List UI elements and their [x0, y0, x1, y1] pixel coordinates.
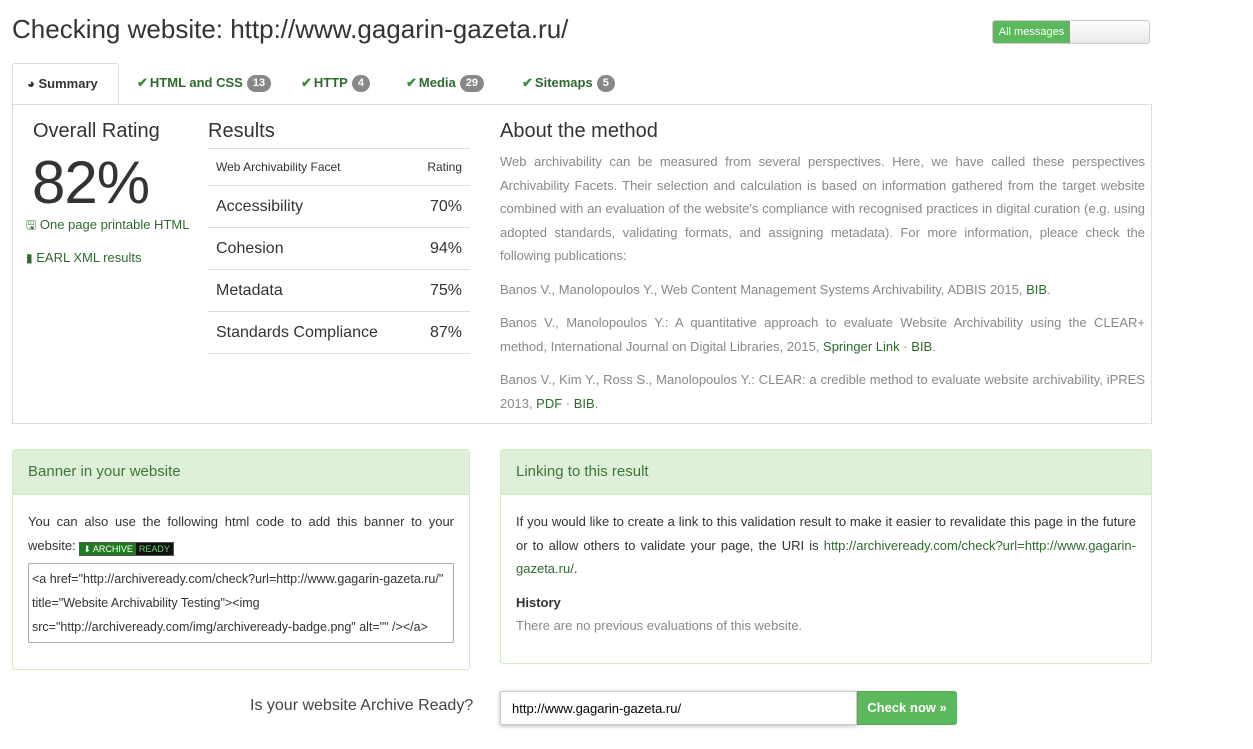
table-row: Cohesion 94%	[208, 227, 470, 270]
tab-media[interactable]: ✔ Media 29	[406, 63, 484, 104]
tab-label: HTML and CSS	[149, 75, 243, 90]
facet-rating: 75%	[411, 269, 470, 312]
bib-link[interactable]: BIB	[574, 396, 595, 411]
archive-ready-question: Is your website Archive Ready?	[250, 697, 474, 714]
overall-rating-title: Overall Rating	[33, 120, 160, 142]
count-badge: 29	[459, 75, 484, 92]
file-icon: ▮	[26, 251, 33, 265]
tab-label: Sitemaps	[534, 75, 593, 90]
badge-text: READY	[135, 542, 173, 555]
springer-link[interactable]: Springer Link	[823, 339, 900, 354]
tab-http[interactable]: ✔ HTTP 4	[301, 63, 370, 104]
table-header-row: Web Archivability Facet Rating	[208, 148, 470, 186]
tab-summary[interactable]: ◕ Summary	[12, 63, 119, 104]
punctuation: .	[594, 395, 599, 411]
count-badge: 13	[246, 75, 272, 92]
floppy-disk-icon: 🖫	[26, 218, 37, 232]
url-input[interactable]	[500, 691, 857, 725]
reference-1: Banos V., Manolopoulos Y., Web Content M…	[500, 278, 1145, 302]
banner-panel: Banner in your website You can also use …	[12, 449, 470, 670]
history-title: History	[516, 594, 561, 610]
link-label: One page printable HTML	[39, 217, 190, 232]
about-intro: Web archivability can be measured from s…	[500, 154, 1145, 263]
page-title: Checking website: http://www.gagarin-gaz…	[12, 14, 569, 44]
linking-panel: Linking to this result If you would like…	[500, 449, 1152, 664]
archive-ready-badge: ⬇ ARCHIVE READY	[79, 541, 174, 556]
button-label: Check now	[867, 700, 936, 715]
results-title: Results	[208, 120, 275, 142]
check-icon: ✔	[522, 75, 533, 90]
reference-2: Banos V., Manolopoulos Y.: A quantitativ…	[500, 311, 1145, 358]
dashboard-icon: ◕	[27, 76, 35, 91]
facet-name: Standards Compliance	[208, 311, 412, 354]
banner-panel-title: Banner in your website	[13, 450, 469, 495]
table-row: Standards Compliance 87%	[208, 311, 470, 354]
linking-panel-body: If you would like to create a link to th…	[501, 495, 1151, 653]
banner-code-textarea[interactable]: <a href="http://archiveready.com/check?u…	[28, 563, 454, 643]
check-icon: ✔	[406, 75, 417, 90]
pdf-link[interactable]: PDF	[536, 396, 562, 411]
table-row: Accessibility 70%	[208, 185, 470, 228]
bib-link[interactable]: BIB	[1026, 282, 1047, 297]
facet-name: Metadata	[208, 269, 412, 312]
reference-3: Banos V., Kim Y., Ross S., Manolopoulos …	[500, 368, 1145, 415]
facet-name: Cohesion	[208, 227, 412, 270]
separator: ·	[899, 338, 912, 354]
count-badge: 4	[351, 75, 370, 92]
count-badge: 5	[596, 75, 615, 92]
earl-xml-link[interactable]: ▮ EARL XML results	[26, 250, 141, 265]
history-text: There are no previous evaluations of thi…	[516, 618, 803, 633]
facet-name: Accessibility	[208, 185, 412, 228]
table-row: Metadata 75%	[208, 269, 470, 312]
punctuation: .	[1047, 281, 1051, 297]
facet-rating: 70%	[411, 185, 470, 228]
tab-label: Media	[418, 75, 456, 90]
about-title: About the method	[500, 120, 658, 142]
all-messages-toggle[interactable]: All messages	[992, 20, 1150, 44]
about-method-text: Web archivability can be measured from s…	[500, 150, 1145, 425]
reference-text: Banos V., Manolopoulos Y., Web Content M…	[500, 281, 1027, 297]
check-icon: ✔	[137, 75, 148, 90]
banner-panel-body: You can also use the following html code…	[13, 495, 469, 666]
bib-link[interactable]: BIB	[911, 339, 932, 354]
punctuation: .	[573, 561, 578, 576]
double-chevron-right-icon: »	[939, 700, 947, 715]
tab-html-css[interactable]: ✔ HTML and CSS 13	[137, 63, 272, 104]
column-header-facet: Web Archivability Facet	[208, 148, 412, 186]
column-header-rating: Rating	[411, 148, 470, 186]
facet-rating: 94%	[411, 227, 470, 270]
punctuation: .	[932, 338, 936, 354]
overall-rating-value: 82%	[32, 149, 150, 216]
results-table: Web Archivability Facet Rating Accessibi…	[208, 148, 470, 354]
check-now-button[interactable]: Check now »	[857, 691, 957, 725]
tab-label: HTTP	[313, 75, 348, 90]
badge-text: ARCHIVE	[92, 543, 133, 554]
printable-html-link[interactable]: 🖫 One page printable HTML	[26, 216, 189, 237]
download-icon: ⬇	[83, 543, 91, 554]
linking-panel-title: Linking to this result	[501, 450, 1151, 495]
tab-label: Summary	[38, 76, 98, 91]
facet-rating: 87%	[411, 311, 470, 354]
toggle-label: All messages	[993, 21, 1070, 43]
check-icon: ✔	[301, 75, 312, 90]
link-label: EARL XML results	[36, 250, 142, 265]
tab-sitemaps[interactable]: ✔ Sitemaps 5	[522, 63, 615, 104]
separator: ·	[562, 395, 574, 411]
